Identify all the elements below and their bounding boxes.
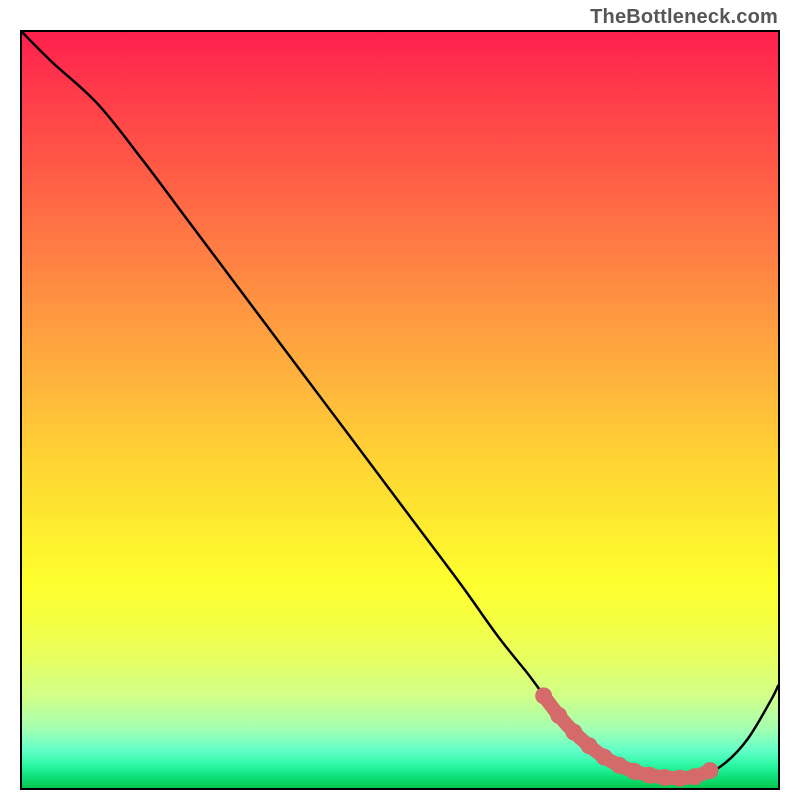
highlight-dot [535, 687, 552, 704]
main-curve-path [22, 32, 778, 778]
highlight-dot [581, 737, 598, 754]
highlight-dot [702, 762, 719, 779]
highlight-dot [671, 770, 688, 787]
plot-area [20, 30, 780, 790]
highlight-dot [596, 749, 613, 766]
highlight-dot [656, 769, 673, 786]
highlight-dot [611, 757, 628, 774]
highlight-dot-group [535, 687, 718, 786]
highlight-dot [550, 707, 567, 724]
highlight-dot [626, 763, 643, 780]
chart-frame: TheBottleneck.com [0, 0, 800, 800]
curve-svg [22, 32, 778, 788]
highlight-dot [565, 724, 582, 741]
highlight-dot [641, 767, 658, 784]
watermark-text: TheBottleneck.com [590, 6, 778, 29]
highlight-dot [686, 768, 703, 785]
